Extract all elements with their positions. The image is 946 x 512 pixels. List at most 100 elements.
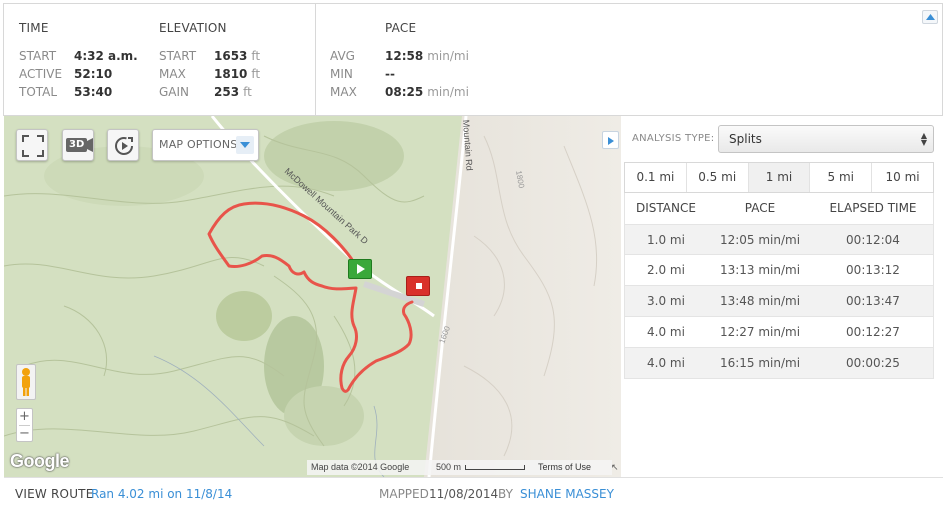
- splits-table-header: DISTANCE PACE ELAPSED TIME: [624, 193, 934, 224]
- map-options-dropdown[interactable]: MAP OPTIONS: [152, 129, 259, 161]
- chevron-up-icon: [926, 14, 935, 20]
- time-total-value: 53:40: [74, 85, 113, 99]
- chevron-right-icon: [608, 137, 614, 145]
- split-elapsed: 00:12:27: [846, 325, 900, 339]
- pace-avg-unit: min/mi: [427, 49, 469, 63]
- split-pace: 16:15 min/mi: [719, 356, 801, 370]
- splits-table: DISTANCE PACE ELAPSED TIME 1.0 mi 12:05 …: [624, 193, 934, 379]
- workout-stats-panel: TIME START 4:32 a.m. ACTIVE 52:10 TOTAL …: [3, 3, 943, 116]
- route-map[interactable]: McDowell Mountain Park D Mountain Rd 180…: [4, 116, 621, 477]
- time-active-label: ACTIVE: [19, 67, 63, 81]
- chevron-down-icon: [240, 142, 250, 148]
- split-pace: 13:13 min/mi: [719, 263, 801, 277]
- elev-gain-label: GAIN: [159, 85, 190, 99]
- split-elapsed: 00:00:25: [846, 356, 900, 370]
- end-marker[interactable]: [406, 276, 430, 296]
- route-link[interactable]: Ran 4.02 mi on 11/8/14: [91, 478, 232, 510]
- time-active-value: 52:10: [74, 67, 113, 81]
- split-distance: 4.0 mi: [647, 356, 685, 370]
- analysis-type-value: Splits: [729, 132, 762, 146]
- elev-gain-row: GAIN 253 ft: [159, 84, 299, 100]
- pace-max-unit: min/mi: [427, 85, 469, 99]
- split-interval-tabs: 0.1 mi 0.5 mi 1 mi 5 mi 10 mi: [624, 162, 934, 193]
- collapse-stats-button[interactable]: [922, 10, 938, 24]
- header-pace: PACE: [744, 201, 776, 215]
- split-pace: 12:05 min/mi: [719, 233, 801, 247]
- zoom-control: + −: [16, 408, 33, 442]
- elev-start-value: 1653: [214, 49, 248, 63]
- tab-10-mi[interactable]: 10 mi: [872, 163, 933, 192]
- elev-start-row: START 1653 ft: [159, 48, 299, 64]
- fullscreen-icon: [22, 135, 44, 157]
- elev-gain-unit: ft: [243, 85, 252, 99]
- elev-gain-value: 253: [214, 85, 240, 99]
- split-elapsed: 00:13:47: [846, 294, 900, 308]
- mapped-label: MAPPED: [379, 487, 429, 501]
- replay-route-button[interactable]: [107, 129, 139, 161]
- split-distance: 4.0 mi: [647, 325, 685, 339]
- elev-start-label: START: [159, 49, 197, 63]
- scale-label: 500 m: [436, 462, 462, 472]
- table-row: 3.0 mi 13:48 min/mi 00:13:47: [624, 286, 934, 317]
- author-link[interactable]: SHANE MASSEY: [520, 478, 614, 510]
- view-route-label: VIEW ROUTE: [15, 487, 94, 501]
- stats-divider: [315, 4, 316, 116]
- pace-avg-value: 12:58: [385, 49, 424, 63]
- split-distance: 3.0 mi: [647, 294, 685, 308]
- mapped-date: 11/08/2014: [429, 487, 499, 501]
- time-section-title: TIME: [19, 21, 49, 35]
- pace-max-row: MAX 08:25 min/mi: [330, 84, 530, 100]
- zoom-in-button[interactable]: +: [17, 409, 32, 425]
- table-row: 1.0 mi 12:05 min/mi 00:12:04: [624, 224, 934, 255]
- split-pace: 13:48 min/mi: [719, 294, 801, 308]
- analysis-type-select[interactable]: Splits ▲ ▼: [718, 125, 934, 153]
- split-elapsed: 00:13:12: [846, 263, 900, 277]
- split-distance: 2.0 mi: [647, 263, 685, 277]
- map-attribution-bar: Map data ©2014 Google 500 m Terms of Use: [307, 460, 612, 475]
- map-data-attribution: Map data ©2014 Google: [311, 462, 410, 472]
- by-label: BY: [498, 487, 513, 501]
- split-pace: 12:27 min/mi: [719, 325, 801, 339]
- start-marker[interactable]: [348, 259, 372, 279]
- replay-icon: [115, 137, 133, 155]
- terms-of-use-link[interactable]: Terms of Use: [538, 460, 591, 475]
- google-logo: Google: [10, 451, 70, 471]
- play-icon: [357, 264, 365, 274]
- 3d-view-button[interactable]: 3D: [62, 129, 94, 161]
- pace-avg-row: AVG 12:58 min/mi: [330, 48, 530, 64]
- zoom-out-button[interactable]: −: [17, 426, 32, 442]
- fullscreen-button[interactable]: [16, 129, 48, 161]
- pace-min-label: MIN: [330, 67, 353, 81]
- table-row: 2.0 mi 13:13 min/mi 00:13:12: [624, 255, 934, 286]
- pace-avg-label: AVG: [330, 49, 355, 63]
- time-start-value: 4:32 a.m.: [74, 49, 138, 63]
- time-start-row: START 4:32 a.m.: [19, 48, 159, 64]
- elev-max-unit: ft: [251, 67, 261, 81]
- expand-corner-icon: ↖: [611, 463, 619, 473]
- street-view-pegman[interactable]: [16, 364, 36, 400]
- select-caret-icon: ▲ ▼: [920, 131, 927, 147]
- time-total-row: TOTAL 53:40: [19, 84, 159, 100]
- time-start-label: START: [19, 49, 57, 63]
- stop-icon: [416, 283, 422, 289]
- analysis-panel-toggle[interactable]: [602, 131, 619, 149]
- analysis-type-label: ANALYSIS TYPE:: [632, 133, 715, 144]
- pace-max-label: MAX: [330, 85, 357, 99]
- map-options-label: MAP OPTIONS: [159, 138, 238, 151]
- table-row: 4.0 mi 12:27 min/mi 00:12:27: [624, 317, 934, 348]
- map-options-arrow: [236, 136, 254, 154]
- tab-0-5-mi[interactable]: 0.5 mi: [686, 163, 749, 192]
- pegman-icon: [22, 368, 30, 396]
- elevation-section-title: ELEVATION: [159, 21, 227, 35]
- tab-5-mi[interactable]: 5 mi: [810, 163, 873, 192]
- camera-icon: [85, 138, 93, 152]
- analysis-panel: ANALYSIS TYPE: Splits ▲ ▼ 0.1 mi 0.5 mi 1…: [622, 116, 943, 477]
- header-distance: DISTANCE: [636, 201, 696, 215]
- pace-min-value: --: [385, 67, 395, 81]
- time-total-label: TOTAL: [19, 85, 58, 99]
- tab-1-mi[interactable]: 1 mi: [748, 163, 811, 192]
- tab-0-1-mi[interactable]: 0.1 mi: [625, 163, 687, 192]
- scale-bar: [465, 465, 525, 470]
- split-distance: 1.0 mi: [647, 233, 685, 247]
- header-elapsed-time: ELAPSED TIME: [829, 201, 917, 215]
